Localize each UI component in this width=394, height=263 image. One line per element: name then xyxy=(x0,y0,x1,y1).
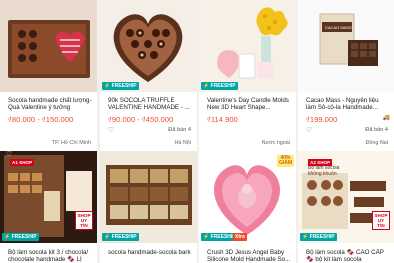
freeship-label: FREESHIP xyxy=(111,83,137,89)
freeship-label: FREESHIP xyxy=(309,234,335,240)
product-location: TP. Hồ Chí Minh xyxy=(51,140,91,146)
product-title[interactable]: Valentine's Day Candle Molds New 3D Hear… xyxy=(207,97,292,112)
freeship-label: FREESHIP xyxy=(210,234,236,240)
product-title[interactable]: 90k SOCOLA TRUFFLE VALENTINE HANDMADE - … xyxy=(108,97,193,112)
product-image[interactable] xyxy=(0,0,97,92)
product-card[interactable]: 40% GIẢM ⚡ FREESHIP Xtra Crush 3D Jesus A… xyxy=(199,151,296,263)
product-image[interactable] xyxy=(199,0,296,92)
sold-count: Đã bán 4 xyxy=(365,127,388,133)
discount-badge: 40% GIẢM xyxy=(276,155,294,167)
product-price: ₫80.000 - ₫150.000 xyxy=(8,115,74,124)
product-title[interactable]: socola handmade-socola bark xyxy=(108,249,193,263)
freeship-badge: ⚡ FREESHIP xyxy=(102,82,139,90)
product-title[interactable]: Bộ làm socola kit 3 / chocola/ chocolate… xyxy=(8,249,93,263)
product-price: ₫90.000 - ₫450.000 xyxy=(108,115,174,124)
product-location: Hà Nội xyxy=(174,140,191,146)
truck-icon: 🚚 xyxy=(382,115,390,121)
freeship-badge: ⚡ FREESHIP xyxy=(201,82,238,90)
package-label: CACAO MASS xyxy=(325,25,352,30)
product-price: ₫114.900 xyxy=(207,115,238,124)
product-image[interactable]: CACAO MASS xyxy=(298,0,394,92)
product-title[interactable]: Cacao Mass - Nguyên liệu làm Sô-cô-la Ha… xyxy=(306,97,390,112)
bolt-icon: ⚡ xyxy=(203,234,210,240)
bolt-icon: ⚡ xyxy=(203,83,210,89)
shop-uy-tin-badge: SHOP UY TÍN xyxy=(372,211,390,230)
discount-label: GIẢM xyxy=(278,160,292,166)
product-title[interactable]: Socola handmade chất lượng- Quà Valentin… xyxy=(8,97,93,112)
product-card[interactable]: ⚡ FREESHIP socola handmade-socola bark xyxy=(100,151,197,263)
bolt-icon: ⚡ xyxy=(104,83,111,89)
shop-ribbon: A2 SHOP xyxy=(308,159,333,166)
freeship-label: FREESHIP xyxy=(111,234,137,240)
product-image[interactable] xyxy=(100,151,197,243)
bolt-icon: ⚡ xyxy=(4,234,11,240)
bolt-icon: ⚡ xyxy=(302,234,309,240)
product-card[interactable]: A1 SHOP ♡ SHOP UY TÍN ⚡ FREESHIP Bộ làm s… xyxy=(0,151,97,263)
freeship-badge: ⚡ FREESHIP xyxy=(102,233,139,241)
product-title[interactable]: Bộ làm socola 🍫 CAO CẤP 🍫 bộ kit làm soc… xyxy=(306,249,390,263)
freeship-badge: ⚡ FREESHIP xyxy=(2,233,39,241)
bolt-icon: ⚡ xyxy=(104,234,111,240)
heart-icon[interactable]: ♡ xyxy=(6,151,12,158)
freeship-label: FREESHIP xyxy=(210,83,236,89)
uy-tin-label: UY TÍN xyxy=(377,218,385,228)
freeship-badge: ⚡ FREESHIP xyxy=(300,233,337,241)
shop-ribbon: A1 SHOP xyxy=(10,159,35,166)
product-title[interactable]: Crush 3D Jesus Angel Baby Silicone Mold … xyxy=(207,249,292,263)
product-price: ₫199.000 xyxy=(306,115,338,124)
heart-icon[interactable]: ♡ xyxy=(306,126,312,134)
uy-tin-label: UY TÍN xyxy=(80,218,88,228)
xtra-badge: Xtra xyxy=(233,233,247,241)
sold-count: Đã bán 4 xyxy=(168,127,191,133)
banner-text: Bộ làm socola không khuôn xyxy=(308,166,340,177)
product-card[interactable]: A2 SHOP Bộ làm socola không khuôn SHOP UY… xyxy=(298,151,394,263)
freeship-label: FREESHIP xyxy=(11,234,37,240)
product-image[interactable] xyxy=(100,0,197,92)
shop-uy-tin-badge: SHOP UY TÍN xyxy=(75,211,93,230)
product-location: Đồng Nai xyxy=(365,140,388,146)
product-location: Nước ngoài xyxy=(261,140,290,146)
xtra-label: Xtra xyxy=(235,234,245,240)
heart-icon[interactable]: ♡ xyxy=(108,126,114,134)
product-grid: Socola handmade chất lượng- Quà Valentin… xyxy=(0,0,394,263)
